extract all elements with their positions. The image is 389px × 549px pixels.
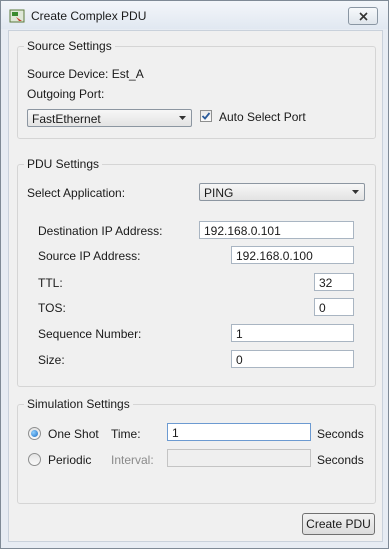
- close-icon: [358, 11, 368, 21]
- application-value: PING: [204, 186, 234, 200]
- sequence-number-field[interactable]: 1: [231, 324, 354, 342]
- interval-label: Interval:: [111, 453, 154, 467]
- simulation-settings-legend: Simulation Settings: [27, 397, 130, 411]
- pdu-settings-legend: PDU Settings: [27, 157, 100, 171]
- outgoing-port-value: FastEthernet: [32, 112, 101, 126]
- sequence-number-label: Sequence Number:: [38, 327, 142, 341]
- create-complex-pdu-dialog: Create Complex PDU Source Settings Sourc…: [0, 0, 389, 549]
- outgoing-port-select[interactable]: FastEthernet: [27, 109, 192, 127]
- time-unit-label: Seconds: [317, 427, 364, 441]
- auto-select-port-label[interactable]: Auto Select Port: [219, 110, 306, 124]
- ttl-label: TTL:: [38, 276, 63, 290]
- radio-selected-dot: [31, 430, 38, 437]
- time-field[interactable]: 1: [167, 423, 311, 441]
- one-shot-label[interactable]: One Shot: [48, 427, 99, 441]
- destination-ip-label: Destination IP Address:: [38, 224, 163, 238]
- ttl-field[interactable]: 32: [314, 273, 354, 291]
- periodic-radio[interactable]: [28, 453, 41, 466]
- checkmark-icon: [201, 112, 211, 120]
- source-ip-field[interactable]: 192.168.0.100: [231, 246, 354, 264]
- chevron-down-icon: [352, 190, 359, 194]
- title-bar[interactable]: Create Complex PDU: [1, 1, 388, 29]
- chevron-down-icon: [179, 116, 186, 120]
- one-shot-radio[interactable]: [28, 427, 41, 440]
- dialog-body: Source Settings Source Device: Est_A Out…: [8, 30, 383, 542]
- destination-ip-field[interactable]: 192.168.0.101: [199, 221, 354, 239]
- size-field[interactable]: 0: [231, 350, 354, 368]
- time-label: Time:: [111, 427, 141, 441]
- window-title: Create Complex PDU: [31, 9, 147, 23]
- create-pdu-button[interactable]: Create PDU: [302, 513, 375, 535]
- source-settings-legend: Source Settings: [27, 39, 112, 53]
- packet-tracer-icon: [9, 9, 25, 23]
- periodic-label[interactable]: Periodic: [48, 453, 91, 467]
- interval-unit-label: Seconds: [317, 453, 364, 467]
- source-device-label: Source Device: Est_A: [27, 67, 144, 81]
- application-select[interactable]: PING: [199, 183, 365, 201]
- select-application-label: Select Application:: [27, 186, 126, 200]
- tos-label: TOS:: [38, 301, 66, 315]
- size-label: Size:: [38, 353, 65, 367]
- source-ip-label: Source IP Address:: [38, 249, 141, 263]
- outgoing-port-label: Outgoing Port:: [27, 87, 105, 101]
- close-button[interactable]: [348, 7, 378, 25]
- interval-field[interactable]: [167, 449, 311, 467]
- auto-select-port-checkbox[interactable]: [200, 110, 212, 122]
- tos-field[interactable]: 0: [314, 298, 354, 316]
